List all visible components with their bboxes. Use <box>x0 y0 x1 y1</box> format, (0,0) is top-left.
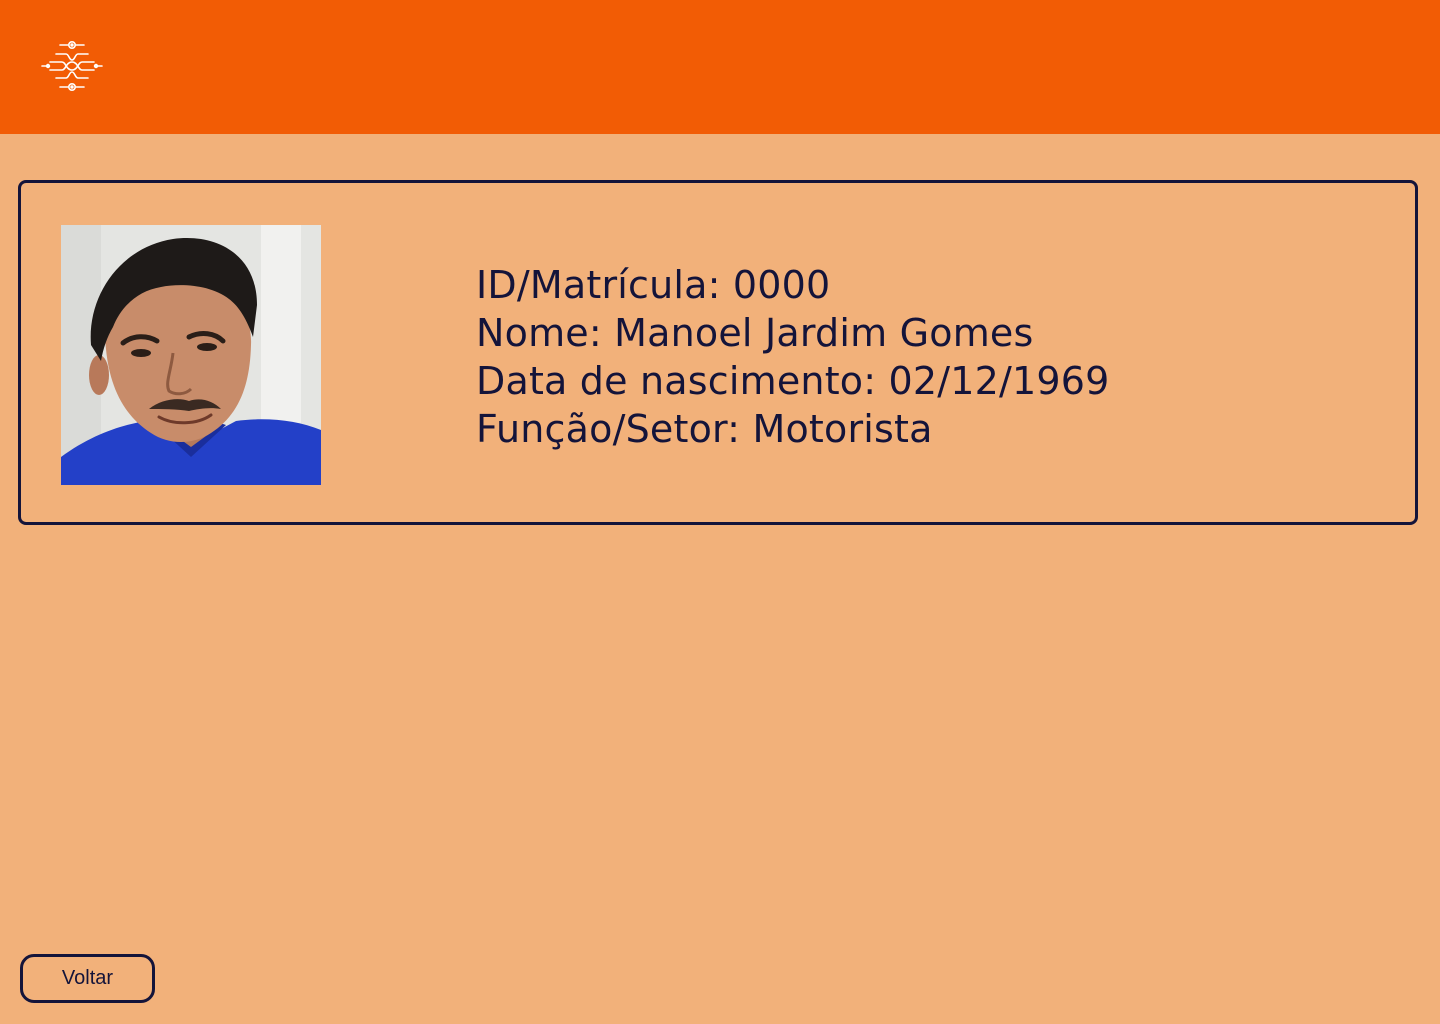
employee-birthdate: Data de nascimento: 02/12/1969 <box>476 359 1110 403</box>
employee-info: ID/Matrícula: 0000 Nome: Manoel Jardim G… <box>476 261 1110 453</box>
circuit-logo-icon[interactable] <box>38 38 106 96</box>
top-bar <box>0 0 1440 134</box>
employee-photo <box>61 225 321 485</box>
employee-role: Função/Setor: Motorista <box>476 407 933 451</box>
employee-card: ID/Matrícula: 0000 Nome: Manoel Jardim G… <box>18 180 1418 525</box>
employee-id: ID/Matrícula: 0000 <box>476 263 831 307</box>
back-button[interactable]: Voltar <box>20 954 155 1003</box>
employee-name: Nome: Manoel Jardim Gomes <box>476 311 1034 355</box>
